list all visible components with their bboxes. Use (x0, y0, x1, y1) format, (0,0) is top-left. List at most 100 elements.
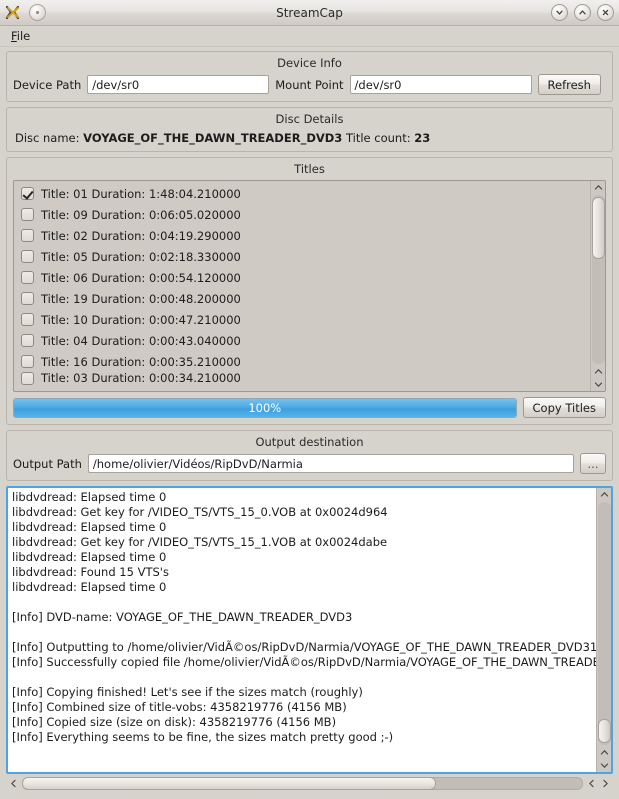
title-checkbox[interactable] (21, 313, 34, 326)
log-line: [Info] Copied size (size on disk): 43582… (12, 715, 337, 729)
device-info-row: Device Path /dev/sr0 Mount Point /dev/sr… (13, 74, 606, 95)
scroll-up-button[interactable] (591, 181, 606, 194)
chevron-up-icon (600, 492, 608, 497)
scroll-track[interactable] (22, 777, 583, 790)
title-checkbox[interactable] (21, 271, 34, 284)
scroll-down-button[interactable] (597, 759, 612, 772)
device-info-group: Device Info Device Path /dev/sr0 Mount P… (6, 51, 613, 102)
output-destination-title: Output destination (255, 435, 364, 449)
output-destination-group: Output destination Output Path /home/oli… (6, 430, 613, 481)
disc-details-group: Disc Details Disc name: VOYAGE_OF_THE_DA… (6, 107, 613, 152)
log-line: libdvdread: Elapsed time 0 (12, 550, 167, 564)
disc-details-title: Disc Details (275, 112, 344, 126)
title-label: Title: 04 Duration: 0:00:43.040000 (41, 333, 241, 348)
title-label: Title: 01 Duration: 1:48:04.210000 (41, 186, 241, 201)
titles-vertical-scrollbar[interactable] (590, 181, 605, 391)
device-info-title: Device Info (277, 56, 342, 70)
title-count-value: 23 (414, 131, 431, 145)
title-label: Title: 05 Duration: 0:02:18.330000 (41, 249, 241, 264)
copy-titles-button[interactable]: Copy Titles (522, 397, 606, 418)
list-item[interactable]: Title: 09 Duration: 0:06:05.020000 (17, 204, 590, 225)
list-item[interactable]: Title: 01 Duration: 1:48:04.210000 (17, 183, 590, 204)
disc-name-label: Disc name: (15, 131, 80, 145)
chevron-up-icon (579, 10, 586, 15)
log-area: libdvdread: Elapsed time 0 libdvdread: G… (6, 486, 613, 793)
window-title: StreamCap (276, 5, 343, 20)
title-checkbox[interactable] (21, 187, 34, 200)
mount-point-input[interactable]: /dev/sr0 (349, 75, 532, 94)
maximize-button[interactable] (574, 4, 591, 21)
titles-group: Titles Title: 01 Duration: 1:48:04.21000… (6, 157, 613, 425)
list-item[interactable]: Title: 02 Duration: 0:04:19.290000 (17, 225, 590, 246)
title-label: Title: 19 Duration: 0:00:48.200000 (41, 291, 241, 306)
log-vertical-scrollbar[interactable] (596, 488, 611, 772)
list-item[interactable]: Title: 03 Duration: 0:00:34.210000 (17, 372, 590, 386)
menu-bar: File (0, 26, 619, 47)
log-horizontal-scrollbar[interactable] (6, 774, 613, 793)
title-label: Title: 03 Duration: 0:00:34.210000 (41, 372, 241, 385)
scroll-left-button-right[interactable] (586, 776, 597, 791)
scroll-track[interactable] (597, 502, 611, 745)
title-label: Title: 09 Duration: 0:06:05.020000 (41, 207, 241, 222)
list-item[interactable]: Title: 05 Duration: 0:02:18.330000 (17, 246, 590, 267)
list-item[interactable]: Title: 10 Duration: 0:00:47.210000 (17, 309, 590, 330)
output-path-row: Output Path /home/olivier/Vidéos/RipDvD/… (13, 453, 606, 474)
list-item[interactable]: Title: 06 Duration: 0:00:54.120000 (17, 267, 590, 288)
scroll-down-button[interactable] (591, 378, 606, 391)
scroll-up-button[interactable] (597, 488, 612, 501)
log-line: libdvdread: Found 15 VTS's (12, 565, 169, 579)
output-path-input[interactable]: /home/olivier/Vidéos/RipDvD/Narmia (87, 454, 574, 473)
chevron-down-icon (556, 10, 563, 15)
progress-row: 100% Copy Titles (13, 397, 606, 418)
scroll-thumb[interactable] (597, 719, 611, 743)
close-icon (602, 9, 609, 16)
scroll-thumb[interactable] (22, 777, 436, 790)
app-icon (5, 5, 20, 20)
title-checkbox[interactable] (21, 334, 34, 347)
device-path-label: Device Path (13, 77, 82, 92)
titles-list: Title: 01 Duration: 1:48:04.210000 Title… (14, 181, 590, 391)
refresh-button[interactable]: Refresh (537, 74, 601, 95)
chevron-down-icon (600, 763, 608, 768)
mount-point-label: Mount Point (275, 77, 344, 92)
title-checkbox[interactable] (21, 372, 34, 385)
chevron-up-icon (594, 185, 602, 190)
title-label: Title: 10 Duration: 0:00:47.210000 (41, 312, 241, 327)
list-item[interactable]: Title: 04 Duration: 0:00:43.040000 (17, 330, 590, 351)
browse-button[interactable]: ... (580, 453, 606, 474)
close-button[interactable] (597, 4, 614, 21)
title-checkbox[interactable] (21, 208, 34, 221)
list-item[interactable]: Title: 19 Duration: 0:00:48.200000 (17, 288, 590, 309)
titles-listbox[interactable]: Title: 01 Duration: 1:48:04.210000 Title… (13, 180, 606, 392)
app-window: StreamCap File Device Info Device Path /… (0, 0, 619, 799)
device-path-input[interactable]: /dev/sr0 (87, 75, 270, 94)
scroll-track[interactable] (591, 195, 605, 364)
window-shade-button[interactable] (29, 4, 46, 21)
minimize-button[interactable] (551, 4, 568, 21)
title-checkbox[interactable] (21, 292, 34, 305)
log-line: [Info] Outputting to /home/olivier/VidÃ©… (12, 640, 596, 654)
main-content: Device Info Device Path /dev/sr0 Mount P… (0, 47, 619, 799)
title-label: Title: 16 Duration: 0:00:35.210000 (41, 354, 241, 369)
log-line: libdvdread: Elapsed time 0 (12, 490, 167, 504)
title-checkbox[interactable] (21, 250, 34, 263)
log-line: [Info] Copying finished! Let's see if th… (12, 685, 363, 699)
log-line-blank (12, 625, 596, 640)
list-item[interactable]: Title: 16 Duration: 0:00:35.210000 (17, 351, 590, 372)
scroll-up-button-bottom[interactable] (597, 746, 612, 759)
log-output[interactable]: libdvdread: Elapsed time 0 libdvdread: G… (6, 486, 613, 774)
disc-name-value: VOYAGE_OF_THE_DAWN_TREADER_DVD3 (83, 131, 343, 145)
chevron-up-icon (600, 750, 608, 755)
menu-item-file[interactable]: File (7, 28, 34, 44)
log-line-blank (12, 595, 596, 610)
title-checkbox[interactable] (21, 229, 34, 242)
scroll-thumb[interactable] (591, 197, 605, 259)
log-line: [Info] Successfully copied file /home/ol… (12, 655, 596, 669)
scroll-up-button-bottom[interactable] (591, 365, 606, 378)
scroll-right-button[interactable] (600, 776, 611, 791)
log-line: libdvdread: Elapsed time 0 (12, 520, 167, 534)
title-bar: StreamCap (0, 0, 619, 26)
scroll-left-button[interactable] (8, 776, 19, 791)
title-checkbox[interactable] (21, 355, 34, 368)
progress-label: 100% (248, 400, 282, 415)
